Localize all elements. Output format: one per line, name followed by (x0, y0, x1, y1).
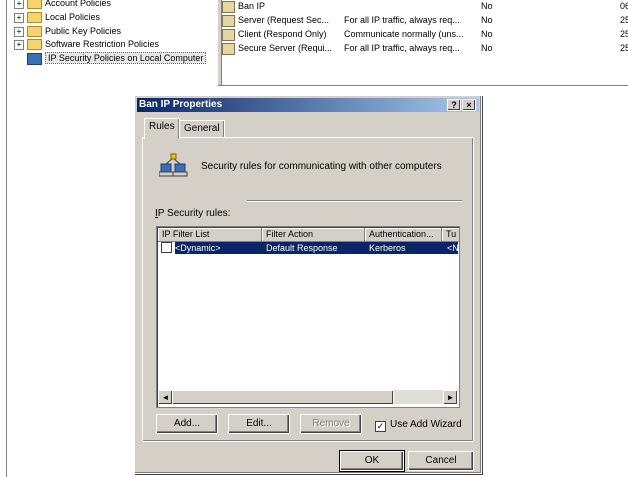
rule-row[interactable]: <Dynamic> Default Response Kerberos <N (175, 242, 459, 254)
tree-item-label: Local Policies (45, 12, 101, 22)
policy-extra: 06 (620, 1, 628, 11)
rule-filter-action: Default Response (266, 243, 338, 253)
cancel-button[interactable]: Cancel (408, 451, 474, 471)
policy-row[interactable]: Client (Respond Only) Communicate normal… (222, 27, 628, 41)
policy-row[interactable]: Secure Server (Requi... For all IP traff… (222, 41, 628, 55)
tree-item-local-policies[interactable]: + Local Policies (14, 11, 100, 24)
policy-icon (222, 0, 235, 13)
tree-item-label: Software Restriction Policies (45, 39, 160, 49)
tree-item-account-policies[interactable]: + Account Policies (14, 0, 111, 10)
policy-row[interactable]: Ban IP No 06 (222, 0, 628, 13)
folder-icon (27, 12, 42, 24)
help-button[interactable]: ? (447, 99, 461, 111)
expand-icon[interactable]: + (14, 0, 24, 9)
tree-item-ip-security-policies[interactable]: IP Security Policies on Local Computer (27, 52, 207, 65)
policy-row[interactable]: Server (Request Sec... For all IP traffi… (222, 13, 628, 27)
use-wizard-label[interactable]: Use Add Wizard (390, 419, 462, 430)
rules-description: Security rules for communicating with ot… (201, 161, 442, 172)
expand-icon[interactable]: + (14, 39, 24, 50)
policy-extra: 25 (620, 15, 628, 25)
folder-icon (27, 26, 42, 38)
edit-button[interactable]: Edit... (228, 414, 290, 434)
policy-assigned: No (481, 1, 493, 11)
add-button[interactable]: Add... (156, 414, 218, 434)
policy-extra: 25 (620, 43, 628, 53)
ip-security-icon (27, 52, 42, 65)
scroll-left-icon[interactable]: ◄ (158, 390, 173, 405)
scroll-thumb[interactable] (172, 390, 394, 405)
use-wizard-checkbox[interactable]: ✓ (375, 421, 386, 432)
rule-filter-list: <Dynamic> (175, 243, 221, 253)
tab-rules[interactable]: Rules (144, 118, 180, 139)
rules-list-label: IP Security rules: (155, 208, 231, 219)
tree-item-label: Account Policies (45, 0, 112, 8)
column-header-ip-filter-list[interactable]: IP Filter List (158, 228, 262, 242)
dialog-titlebar[interactable]: Ban IP Properties ? × (137, 98, 479, 112)
policy-assigned: No (481, 29, 493, 39)
remove-button[interactable]: Remove (300, 414, 362, 434)
rule-checkbox[interactable] (161, 242, 172, 253)
policy-extra: 25 (620, 29, 628, 39)
policy-name: Server (Request Sec... (238, 15, 330, 25)
policy-name: Ban IP (238, 1, 266, 11)
rules-listview[interactable]: IP Filter List Filter Action Authenticat… (156, 226, 460, 408)
horizontal-scrollbar[interactable]: ◄ ► (158, 390, 458, 405)
tree-item-label: Public Key Policies (45, 26, 122, 36)
scroll-right-icon[interactable]: ► (443, 390, 458, 405)
tab-general[interactable]: General (179, 120, 225, 138)
policy-icon (222, 28, 235, 41)
policy-assigned: No (481, 43, 493, 53)
tree-item-label: IP Security Policies on Local Computer (45, 52, 207, 64)
window-border (6, 0, 7, 477)
policy-description: For all IP traffic, always req... (344, 15, 460, 25)
network-computers-icon (159, 153, 188, 177)
policy-description: For all IP traffic, always req... (344, 43, 460, 53)
policy-assigned: No (481, 15, 493, 25)
tree-item-public-key-policies[interactable]: + Public Key Policies (14, 25, 121, 38)
column-header-tunnel[interactable]: Tu (442, 228, 459, 242)
policy-icon (222, 14, 235, 27)
policy-name: Secure Server (Requi... (238, 43, 333, 53)
dialog-title: Ban IP Properties (139, 99, 223, 110)
rule-authentication: Kerberos (369, 243, 406, 253)
column-header-filter-action[interactable]: Filter Action (262, 228, 365, 242)
rules-label-rest: P Security rules: (157, 208, 231, 219)
close-button[interactable]: × (462, 99, 476, 111)
policy-description: Communicate normally (uns... (344, 29, 464, 39)
folder-icon (27, 0, 42, 10)
policy-name: Client (Respond Only) (238, 29, 327, 39)
ok-button[interactable]: OK (339, 450, 405, 472)
properties-dialog: Ban IP Properties ? × Rules General Secu… (134, 95, 482, 474)
expand-icon[interactable]: + (14, 26, 24, 37)
folder-icon (27, 39, 42, 51)
expand-icon[interactable]: + (14, 12, 24, 23)
column-header-authentication[interactable]: Authentication... (365, 228, 442, 242)
pane-bottom-border (218, 85, 628, 86)
policy-icon (222, 42, 235, 55)
tree-item-software-restriction-policies[interactable]: + Software Restriction Policies (14, 38, 159, 51)
label-separator (247, 200, 462, 202)
rule-tunnel: <N (447, 243, 459, 253)
